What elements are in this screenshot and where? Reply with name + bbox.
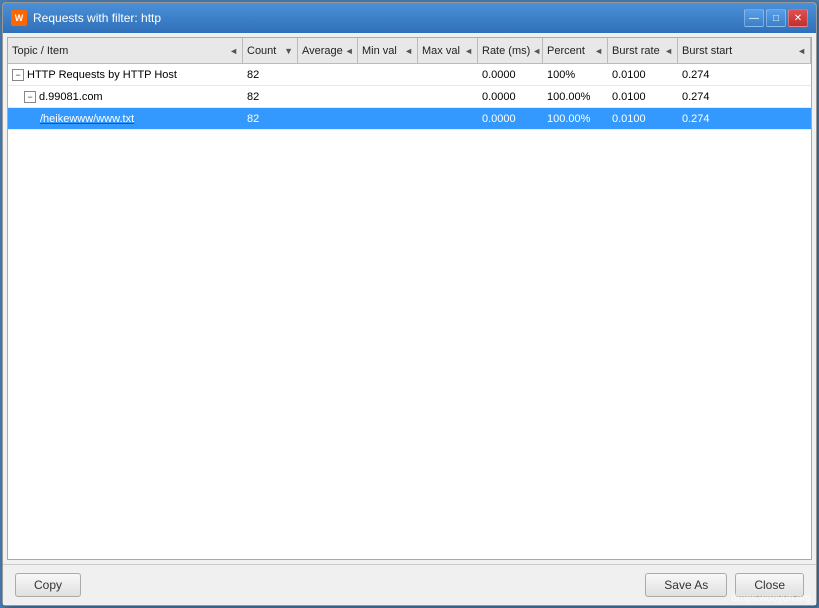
sort-indicator-burst-rate: ◄ bbox=[664, 46, 673, 56]
table-body: − HTTP Requests by HTTP Host 82 0.0000 1… bbox=[8, 64, 811, 559]
table-row[interactable]: /heikewww/www.txt 82 0.0000 100.00% 0.01… bbox=[8, 108, 811, 130]
expand-icon[interactable]: − bbox=[12, 69, 24, 81]
sort-indicator-maxval: ◄ bbox=[464, 46, 473, 56]
col-header-average[interactable]: Average ◄ bbox=[298, 38, 358, 63]
title-bar: W Requests with filter: http — □ ✕ bbox=[3, 3, 816, 33]
title-bar-left: W Requests with filter: http bbox=[11, 10, 161, 26]
watermark: drops.wooyun.org bbox=[732, 593, 812, 604]
cell-topic: − d.99081.com bbox=[8, 86, 243, 107]
cell-average bbox=[298, 64, 358, 85]
cell-percent: 100.00% bbox=[543, 86, 608, 107]
window-close-button[interactable]: ✕ bbox=[788, 9, 808, 27]
col-header-minval[interactable]: Min val ◄ bbox=[358, 38, 418, 63]
expand-icon[interactable]: − bbox=[24, 91, 36, 103]
cell-burst-rate: 0.0100 bbox=[608, 64, 678, 85]
cell-maxval bbox=[418, 64, 478, 85]
window-title: Requests with filter: http bbox=[33, 11, 161, 25]
save-as-button[interactable]: Save As bbox=[645, 573, 727, 597]
sort-indicator-minval: ◄ bbox=[404, 46, 413, 56]
cell-topic: − HTTP Requests by HTTP Host bbox=[8, 64, 243, 85]
cell-minval bbox=[358, 64, 418, 85]
title-buttons: — □ ✕ bbox=[744, 9, 808, 27]
cell-burst-start: 0.274 bbox=[678, 64, 811, 85]
cell-minval bbox=[358, 86, 418, 107]
main-window: W Requests with filter: http — □ ✕ Topic… bbox=[2, 2, 817, 606]
sort-indicator-rate: ◄ bbox=[532, 46, 541, 56]
cell-rate: 0.0000 bbox=[478, 108, 543, 129]
cell-count: 82 bbox=[243, 108, 298, 129]
cell-burst-rate: 0.0100 bbox=[608, 86, 678, 107]
cell-count: 82 bbox=[243, 64, 298, 85]
col-header-burst-rate[interactable]: Burst rate ◄ bbox=[608, 38, 678, 63]
cell-maxval bbox=[418, 86, 478, 107]
footer: Copy Save As Close bbox=[3, 564, 816, 605]
sort-indicator-percent: ◄ bbox=[594, 46, 603, 56]
col-header-count[interactable]: Count ▼ bbox=[243, 38, 298, 63]
window-icon: W bbox=[11, 10, 27, 26]
cell-percent: 100.00% bbox=[543, 108, 608, 129]
col-header-maxval[interactable]: Max val ◄ bbox=[418, 38, 478, 63]
table-header: Topic / Item ◄ Count ▼ Average ◄ Min val… bbox=[8, 38, 811, 64]
col-header-rate[interactable]: Rate (ms) ◄ bbox=[478, 38, 543, 63]
minimize-button[interactable]: — bbox=[744, 9, 764, 27]
sort-indicator-count: ▼ bbox=[284, 46, 293, 56]
cell-burst-start: 0.274 bbox=[678, 86, 811, 107]
maximize-button[interactable]: □ bbox=[766, 9, 786, 27]
cell-burst-rate: 0.0100 bbox=[608, 108, 678, 129]
cell-topic: /heikewww/www.txt bbox=[8, 108, 243, 129]
sort-indicator-burst-start: ◄ bbox=[797, 46, 806, 56]
cell-average bbox=[298, 86, 358, 107]
content-area: Topic / Item ◄ Count ▼ Average ◄ Min val… bbox=[7, 37, 812, 560]
cell-burst-start: 0.274 bbox=[678, 108, 811, 129]
col-header-burst-start[interactable]: Burst start ◄ bbox=[678, 38, 811, 63]
sort-indicator-topic: ◄ bbox=[229, 46, 238, 56]
cell-rate: 0.0000 bbox=[478, 86, 543, 107]
copy-button[interactable]: Copy bbox=[15, 573, 81, 597]
cell-average bbox=[298, 108, 358, 129]
cell-minval bbox=[358, 108, 418, 129]
table-row[interactable]: − HTTP Requests by HTTP Host 82 0.0000 1… bbox=[8, 64, 811, 86]
sort-indicator-average: ◄ bbox=[345, 46, 354, 56]
col-header-percent[interactable]: Percent ◄ bbox=[543, 38, 608, 63]
cell-percent: 100% bbox=[543, 64, 608, 85]
cell-maxval bbox=[418, 108, 478, 129]
cell-count: 82 bbox=[243, 86, 298, 107]
cell-rate: 0.0000 bbox=[478, 64, 543, 85]
col-header-topic[interactable]: Topic / Item ◄ bbox=[8, 38, 243, 63]
table-row[interactable]: − d.99081.com 82 0.0000 100.00% 0.0100 0… bbox=[8, 86, 811, 108]
